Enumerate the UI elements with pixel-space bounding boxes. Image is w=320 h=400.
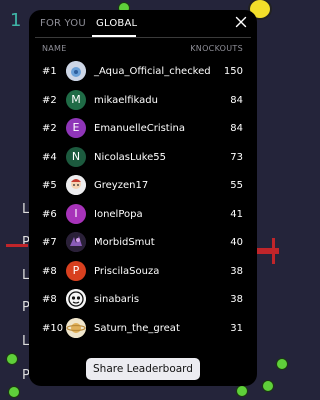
planet-avatar-icon (66, 318, 86, 338)
column-header-knockouts: KNOCKOUTS (190, 44, 243, 53)
share-leaderboard-button[interactable]: Share Leaderboard (86, 358, 200, 380)
knockouts-value: 31 (230, 323, 243, 334)
rank-label: #6 (42, 209, 57, 220)
emblem-avatar-icon (66, 289, 86, 309)
rank-label: #8 (42, 266, 57, 277)
player-name: NicolasLuke55 (94, 152, 167, 163)
player-name: Greyzen17 (94, 180, 149, 191)
character-avatar-icon (66, 175, 86, 195)
leaderboard-row[interactable]: #2 E EmanuelleCristina 84 (29, 115, 257, 143)
letter-avatar: P (66, 261, 86, 281)
background-orb (262, 380, 274, 392)
knockouts-value: 38 (230, 266, 243, 277)
knockouts-value: 84 (230, 95, 243, 106)
leaderboard-modal: FOR YOU GLOBAL NAME KNOCKOUTS #1 _Aqua_O… (29, 10, 257, 386)
rank-label: #4 (42, 152, 57, 163)
player-name: MorbidSmut (94, 237, 155, 248)
background-red-bar (272, 238, 275, 264)
player-name: sinabaris (94, 294, 140, 305)
tab-divider (35, 37, 251, 38)
knockouts-value: 41 (230, 209, 243, 220)
rank-label: #1 (42, 66, 57, 77)
leaderboard-tabs: FOR YOU GLOBAL (29, 10, 257, 38)
letter-avatar: N (66, 147, 86, 167)
background-red-bar (6, 244, 28, 247)
artwork-avatar-icon (66, 232, 86, 252)
knockouts-value: 84 (230, 123, 243, 134)
leaderboard-row[interactable]: #4 N NicolasLuke55 73 (29, 144, 257, 172)
leaderboard-row[interactable]: #6 I IonelPopa 41 (29, 201, 257, 229)
leaderboard-row[interactable]: #7 MorbidSmut 40 (29, 229, 257, 257)
background-orb (6, 353, 18, 365)
player-name: Saturn_the_great (94, 323, 180, 334)
knockouts-value: 38 (230, 294, 243, 305)
letter-avatar: M (66, 90, 86, 110)
letter-avatar: I (66, 204, 86, 224)
rank-label: #2 (42, 123, 57, 134)
leaderboard-row[interactable]: #8 sinabaris 38 (29, 286, 257, 314)
leaderboard-row[interactable]: #1 _Aqua_Official_checked 150 (29, 58, 257, 86)
player-name: EmanuelleCristina (94, 123, 185, 134)
knockouts-value: 55 (230, 180, 243, 191)
player-name: IonelPopa (94, 209, 143, 220)
background-red-bar (257, 248, 279, 254)
rank-label: #5 (42, 180, 57, 191)
player-name: PriscilaSouza (94, 266, 160, 277)
knockouts-value: 40 (230, 237, 243, 248)
player-name: mikaelfikadu (94, 95, 158, 106)
background-orb (236, 385, 248, 397)
column-header-name: NAME (42, 44, 67, 53)
background-orb (276, 358, 288, 370)
tab-for-you[interactable]: FOR YOU (40, 18, 86, 29)
leaderboard-row[interactable]: #2 M mikaelfikadu 84 (29, 87, 257, 115)
background-digit: 1 (10, 10, 22, 31)
player-name: _Aqua_Official_checked (94, 66, 211, 77)
rank-label: #2 (42, 95, 57, 106)
letter-avatar: E (66, 118, 86, 138)
knockouts-value: 73 (230, 152, 243, 163)
tab-global[interactable]: GLOBAL (96, 18, 137, 29)
close-icon[interactable] (233, 14, 249, 30)
knockouts-value: 150 (223, 66, 243, 77)
leaderboard-row[interactable]: #10 Saturn_the_great 31 (29, 315, 257, 343)
rank-label: #8 (42, 294, 57, 305)
background-orb (8, 386, 20, 398)
rank-label: #7 (42, 237, 57, 248)
aqua-avatar-icon (66, 61, 86, 81)
rank-label: #10 (42, 323, 64, 334)
leaderboard-row[interactable]: #8 P PriscilaSouza 38 (29, 258, 257, 286)
leaderboard-row[interactable]: #5 Greyzen17 55 (29, 172, 257, 200)
